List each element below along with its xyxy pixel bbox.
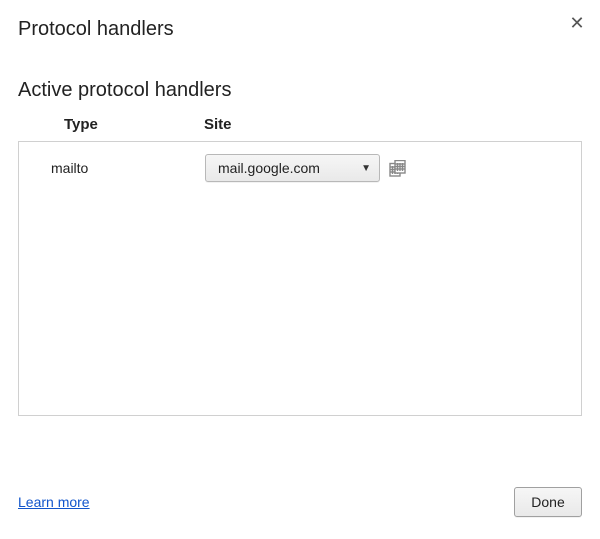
site-dropdown-label: mail.google.com (218, 160, 320, 176)
site-dropdown[interactable]: mail.google.com ▼ (205, 154, 380, 182)
learn-more-link[interactable]: Learn more (18, 494, 90, 510)
chevron-down-icon: ▼ (361, 163, 371, 174)
table-header: Type Site (18, 116, 582, 141)
table-row: mailto mail.google.com ▼ (33, 152, 567, 184)
column-header-type: Type (64, 116, 204, 133)
manage-handler-icon[interactable] (388, 159, 406, 177)
page-title: Protocol handlers (18, 18, 582, 41)
close-icon[interactable]: ✕ (568, 14, 586, 32)
column-header-site: Site (204, 116, 582, 133)
handlers-list: mailto mail.google.com ▼ (18, 141, 582, 416)
dialog-footer: Learn more Done (18, 487, 582, 517)
done-button[interactable]: Done (514, 487, 582, 517)
section-title: Active protocol handlers (18, 79, 582, 102)
handler-site-cell: mail.google.com ▼ (205, 154, 406, 182)
handler-type: mailto (33, 160, 205, 176)
